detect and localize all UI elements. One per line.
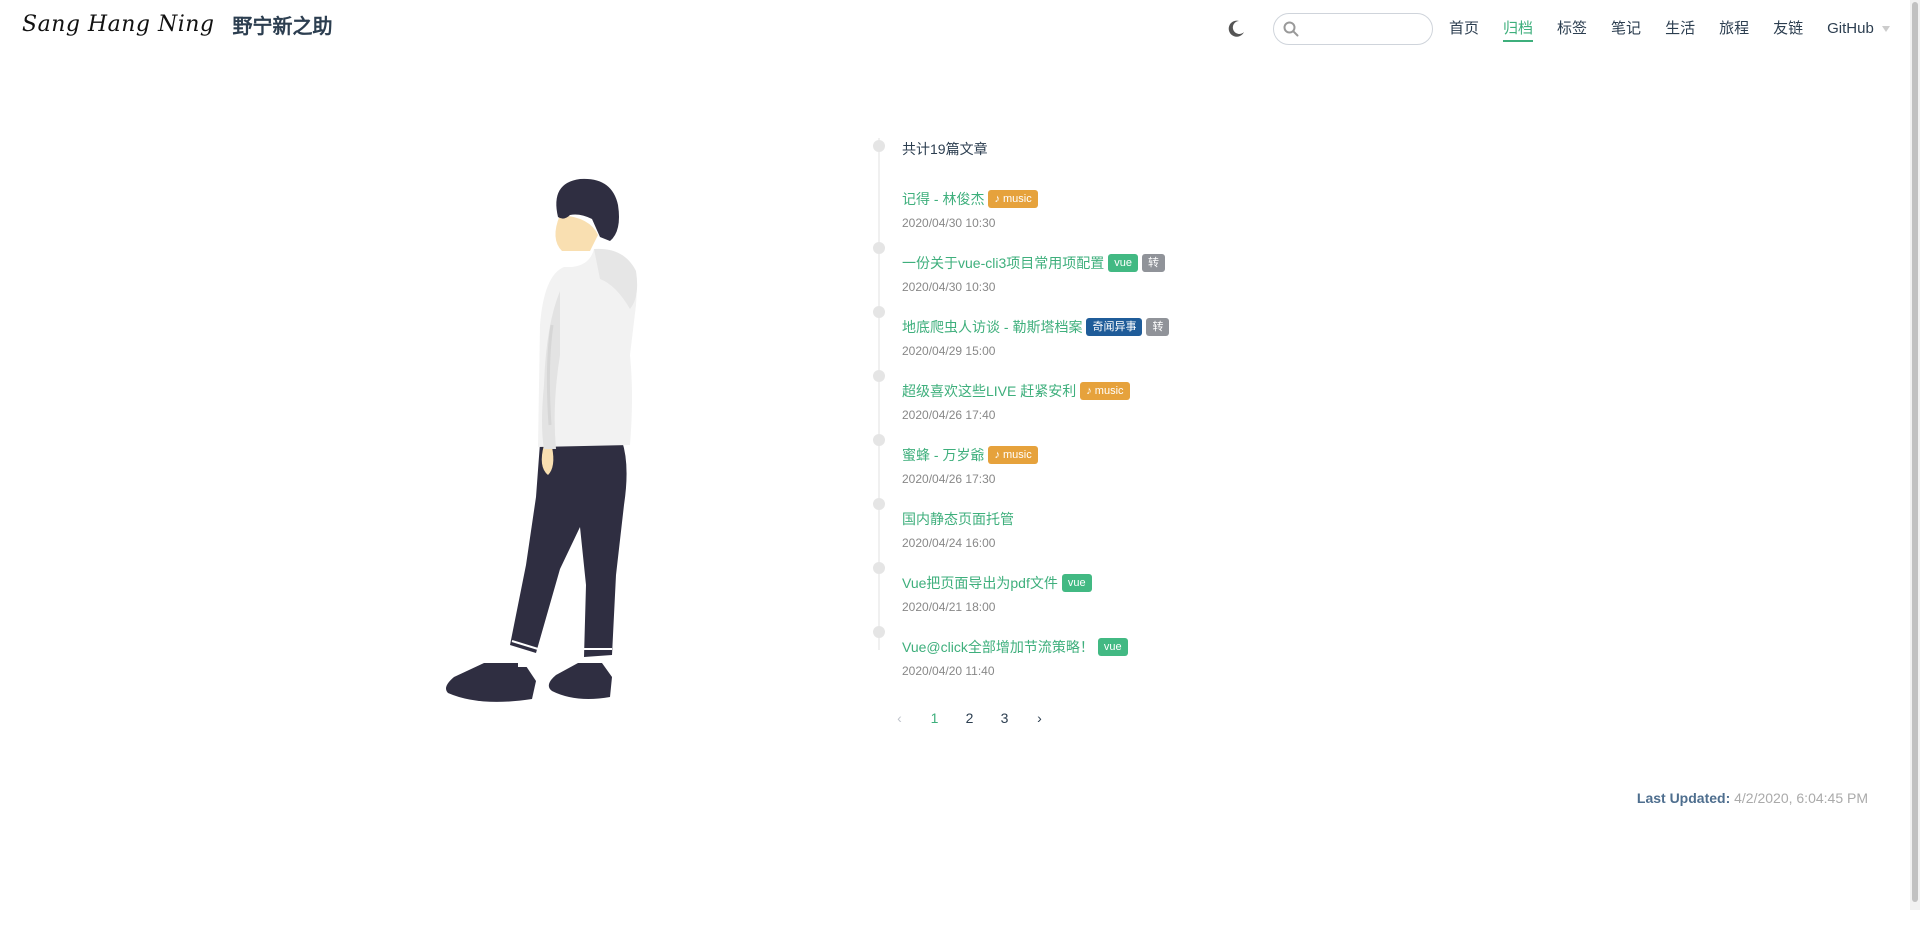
pagination-page-1[interactable]: 1 bbox=[917, 706, 952, 730]
post-header: 蜜蜂 - 万岁爺 ♪ music bbox=[902, 444, 1370, 466]
post-date: 2020/04/26 17:40 bbox=[902, 408, 996, 422]
post-tag-badge[interactable]: vue bbox=[1097, 638, 1128, 656]
post-title-link[interactable]: 超级喜欢这些LIVE 赶紧安利 bbox=[902, 381, 1076, 401]
nav-item-journey[interactable]: 旅程 bbox=[1719, 0, 1749, 58]
post-date: 2020/04/26 17:30 bbox=[902, 472, 996, 486]
post-title-link[interactable]: 一份关于vue-cli3项目常用项配置 bbox=[902, 253, 1104, 273]
last-updated-value: 4/2/2020, 6:04:45 PM bbox=[1734, 790, 1868, 806]
pagination: ‹ 1 2 3 › bbox=[882, 706, 1057, 730]
post-list: 记得 - 林俊杰 ♪ music 2020/04/30 10:30 一份关于vue-c… bbox=[870, 188, 1370, 700]
post-title-link[interactable]: 记得 - 林俊杰 bbox=[902, 189, 984, 209]
pagination-prev-button[interactable]: ‹ bbox=[882, 706, 917, 730]
moon-icon bbox=[1228, 20, 1244, 37]
pagination-page-3[interactable]: 3 bbox=[987, 706, 1022, 730]
post-header: Vue把页面导出为pdf文件 vue bbox=[902, 572, 1370, 594]
post-item: Vue把页面导出为pdf文件 vue 2020/04/21 18:00 bbox=[870, 572, 1370, 638]
walking-person-illustration bbox=[446, 178, 638, 702]
post-title-link[interactable]: Vue把页面导出为pdf文件 bbox=[902, 573, 1058, 593]
post-title-link[interactable]: Vue@click全部增加节流策略！ bbox=[902, 637, 1094, 657]
post-header: 一份关于vue-cli3项目常用项配置 vue 转 bbox=[902, 252, 1370, 274]
post-date: 2020/04/24 16:00 bbox=[902, 536, 996, 550]
post-count: 共计19篇文章 bbox=[870, 138, 1370, 188]
nav-item-archive[interactable]: 归档 bbox=[1503, 0, 1534, 58]
brand-logo[interactable]: Sang Hang Ning bbox=[22, 12, 215, 37]
scrollbar-thumb[interactable] bbox=[1912, 2, 1918, 902]
post-date: 2020/04/29 15:00 bbox=[902, 344, 996, 358]
post-tag-badge[interactable]: 转 bbox=[1142, 254, 1165, 272]
timeline-dot bbox=[873, 140, 885, 152]
post-header: Vue@click全部增加节流策略！ vue bbox=[902, 636, 1370, 658]
post-tag-badge[interactable]: ♪ music bbox=[988, 190, 1038, 208]
post-item: 超级喜欢这些LIVE 赶紧安利 ♪ music 2020/04/26 17:40 bbox=[870, 380, 1370, 446]
post-count-label: 共计19篇文章 bbox=[902, 141, 988, 157]
post-tag-badge[interactable]: vue bbox=[1061, 574, 1092, 592]
post-header: 记得 - 林俊杰 ♪ music bbox=[902, 188, 1370, 210]
post-date: 2020/04/21 18:00 bbox=[902, 600, 996, 614]
post-tag-badge[interactable]: 奇闻异事 bbox=[1086, 318, 1143, 336]
page-scrollbar[interactable] bbox=[1910, 0, 1920, 910]
search-box[interactable] bbox=[1273, 13, 1433, 45]
post-title-link[interactable]: 地底爬虫人访谈 - 勒斯塔档案 bbox=[902, 317, 1082, 337]
top-navbar: Sang Hang Ning 野宁新之助 首页 归档 标签 笔记 生活 旅程 友… bbox=[0, 0, 1910, 58]
archive-timeline: 共计19篇文章 记得 - 林俊杰 ♪ music 2020/04/30 10:30 一… bbox=[870, 138, 1370, 700]
nav-dropdown-label: GitHub bbox=[1827, 20, 1874, 37]
post-title-link[interactable]: 蜜蜂 - 万岁爺 bbox=[902, 445, 984, 465]
post-tag-badge[interactable]: 转 bbox=[1146, 318, 1170, 336]
post-date: 2020/04/30 10:30 bbox=[902, 216, 996, 230]
nav-item-friends[interactable]: 友链 bbox=[1773, 0, 1803, 58]
pagination-next-button[interactable]: › bbox=[1022, 706, 1057, 730]
post-title-link[interactable]: 国内静态页面托管 bbox=[902, 509, 1014, 529]
site-title[interactable]: 野宁新之助 bbox=[233, 10, 333, 39]
theme-toggle-button[interactable] bbox=[1226, 17, 1248, 39]
post-header: 地底爬虫人访谈 - 勒斯塔档案 奇闻异事转 bbox=[902, 316, 1370, 338]
post-item: 地底爬虫人访谈 - 勒斯塔档案 奇闻异事转 2020/04/29 15:00 bbox=[870, 316, 1370, 382]
chevron-down-icon bbox=[1881, 26, 1890, 32]
nav-item-home[interactable]: 首页 bbox=[1449, 0, 1479, 58]
post-item: Vue@click全部增加节流策略！ vue 2020/04/20 11:40 bbox=[870, 636, 1370, 700]
post-item: 一份关于vue-cli3项目常用项配置 vue 转 2020/04/30 10:30 bbox=[870, 252, 1370, 318]
post-tag-badge[interactable]: ♪ music bbox=[1080, 382, 1130, 400]
post-tag-badge[interactable]: vue bbox=[1108, 254, 1138, 272]
post-header: 超级喜欢这些LIVE 赶紧安利 ♪ music bbox=[902, 380, 1370, 402]
search-icon bbox=[1283, 21, 1299, 37]
post-header: 国内静态页面托管 bbox=[902, 508, 1370, 530]
brand[interactable]: Sang Hang Ning 野宁新之助 bbox=[22, 10, 333, 39]
post-date: 2020/04/20 11:40 bbox=[902, 664, 995, 678]
post-tag-badge[interactable]: ♪ music bbox=[988, 446, 1038, 464]
pagination-page-2[interactable]: 2 bbox=[952, 706, 987, 730]
nav-item-notes[interactable]: 笔记 bbox=[1611, 0, 1641, 58]
nav-item-life[interactable]: 生活 bbox=[1665, 0, 1695, 58]
last-updated-label: Last Updated: bbox=[1636, 790, 1731, 806]
last-updated: Last Updated: 4/2/2020, 6:04:45 PM bbox=[1637, 790, 1868, 806]
post-date: 2020/04/30 10:30 bbox=[902, 280, 996, 294]
nav-item-tags[interactable]: 标签 bbox=[1557, 0, 1587, 58]
post-item: 国内静态页面托管 2020/04/24 16:00 bbox=[870, 508, 1370, 574]
search-input[interactable] bbox=[1304, 17, 1426, 41]
nav-links: 首页 归档 标签 笔记 生活 旅程 友链 GitHub bbox=[1449, 0, 1890, 58]
post-item: 蜜蜂 - 万岁爺 ♪ music 2020/04/26 17:30 bbox=[870, 444, 1370, 510]
post-item: 记得 - 林俊杰 ♪ music 2020/04/30 10:30 bbox=[870, 188, 1370, 254]
nav-dropdown-github[interactable]: GitHub bbox=[1827, 0, 1890, 58]
